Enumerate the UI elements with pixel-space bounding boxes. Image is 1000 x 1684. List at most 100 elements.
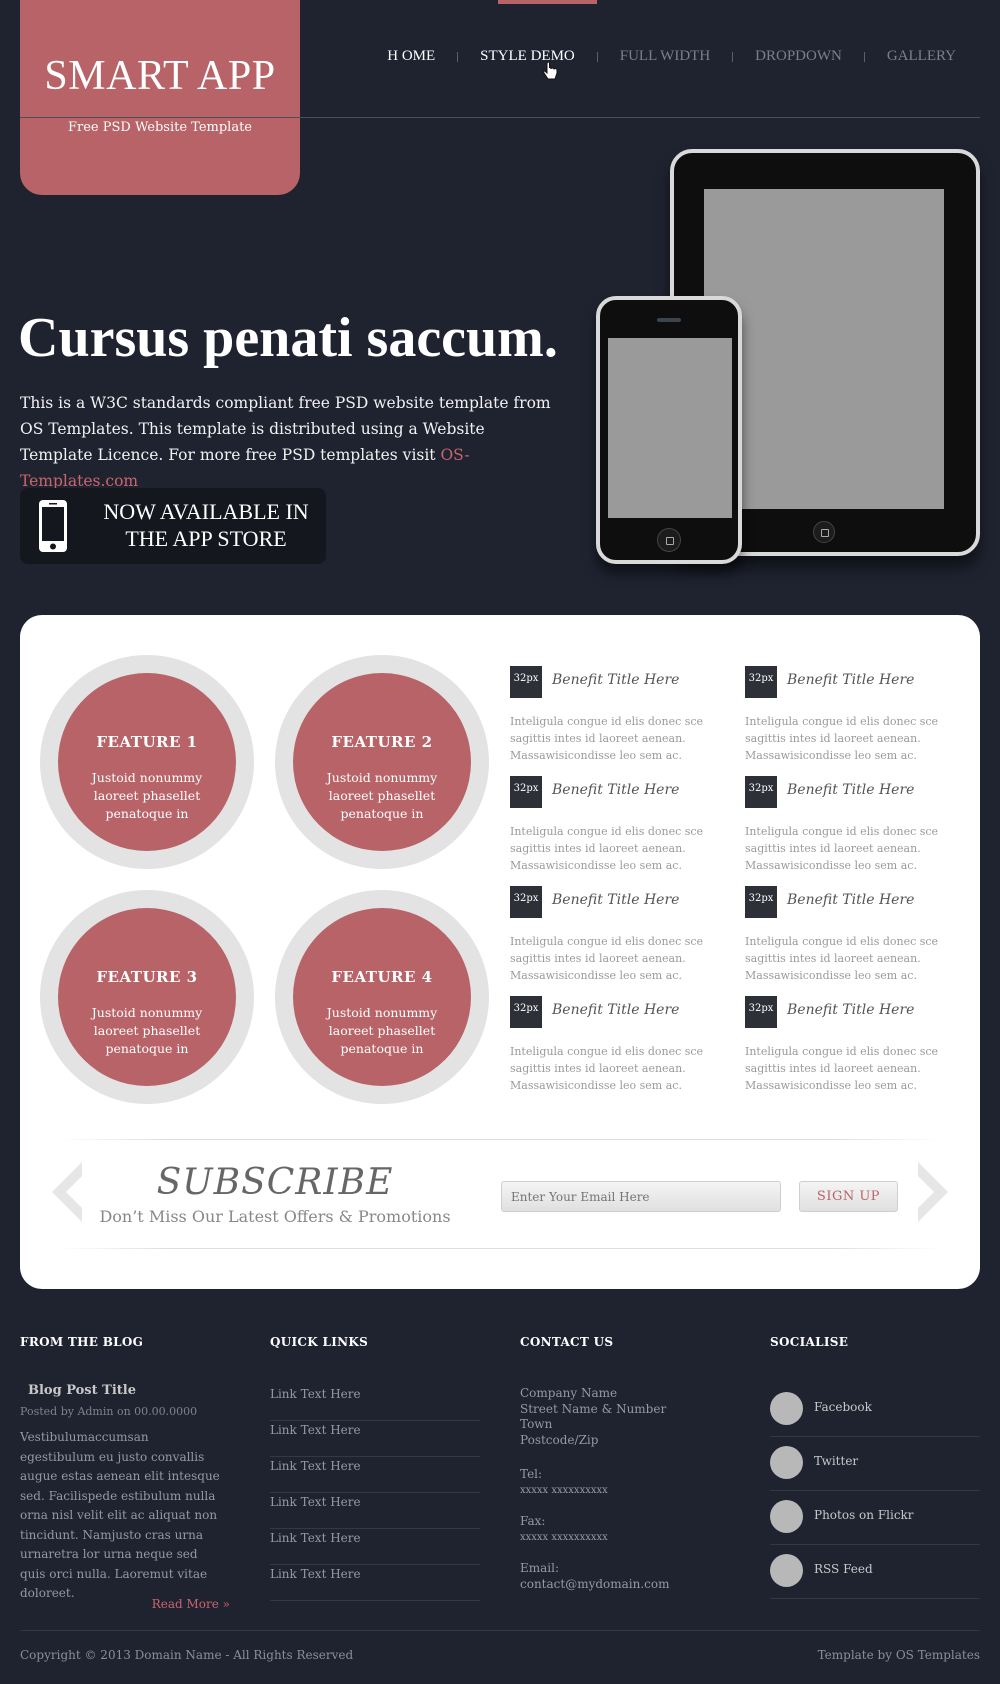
benefit-title[interactable]: Benefit Title Here [787,782,914,798]
contact-street: Street Name & Number [520,1401,667,1416]
header-divider [20,117,980,118]
feature-circle-3[interactable]: FEATURE 3 Justoid nonummy laoreet phasel… [40,890,254,1104]
benefit-title[interactable]: Benefit Title Here [552,782,679,798]
tablet-home-button [813,521,835,543]
contact-fax-value: xxxxx xxxxxxxxxx [520,1531,608,1543]
benefit-icon: 32px [510,776,542,808]
social-rss[interactable]: RSS Feed [770,1545,980,1599]
feature-text: Justoid nonummy laoreet phasellet penato… [91,1005,203,1056]
contact-postcode: Postcode/Zip [520,1432,599,1447]
social-twitter[interactable]: Twitter [770,1437,980,1491]
contact-email-label: Email: [520,1561,560,1575]
hero-title: Cursus penati saccum. [18,307,558,369]
logo[interactable]: SMART APP Free PSD Website Template [20,0,300,195]
benefit-title[interactable]: Benefit Title Here [787,672,914,688]
blog-post-excerpt: Vestibulumaccumsan egestibulum eu justo … [20,1430,220,1600]
contact-tel: Tel: xxxxx xxxxxxxxxx [520,1467,608,1498]
logo-title: SMART APP [44,53,276,99]
subscribe-divider-top [60,1139,940,1140]
contact-company: Company Name [520,1386,618,1400]
benefit-title[interactable]: Benefit Title Here [552,892,679,908]
benefit-icon: 32px [510,886,542,918]
phone-speaker [657,318,681,322]
benefit-title[interactable]: Benefit Title Here [552,1002,679,1018]
subscribe-title: SUBSCRIBE [156,1162,394,1203]
feature-circle-1[interactable]: FEATURE 1 Justoid nonummy laoreet phasel… [40,655,254,869]
footer-heading: CONTACT US [520,1335,614,1349]
phone-image [596,296,742,564]
read-more-link[interactable]: Read More » [152,1597,230,1611]
smartphone-icon [39,500,67,552]
benefit-title[interactable]: Benefit Title Here [787,892,914,908]
feature-circle-2[interactable]: FEATURE 2 Justoid nonummy laoreet phasel… [275,655,489,869]
benefit-text: Inteligula congue id elis donec sce sagi… [510,825,704,872]
quick-link[interactable]: Link Text Here [270,1493,480,1529]
benefit-text: Inteligula congue id elis donec sce sagi… [745,935,939,982]
quick-link[interactable]: Link Text Here [270,1385,480,1421]
contact-address: Company Name Street Name & Number Town P… [520,1386,666,1448]
app-store-line2: THE APP STORE [125,526,287,551]
subscribe-divider-bottom [60,1248,940,1249]
content-panel: FEATURE 1 Justoid nonummy laoreet phasel… [20,615,980,1289]
hero-text: This is a W3C standards compliant free P… [20,390,560,494]
logo-tagline: Free PSD Website Template [68,120,252,135]
feature-text: Justoid nonummy laoreet phasellet penato… [91,770,203,821]
quick-link[interactable]: Link Text Here [270,1529,480,1565]
quick-link[interactable]: Link Text Here [270,1565,480,1601]
benefit-title[interactable]: Benefit Title Here [552,672,679,688]
flickr-icon [770,1500,803,1533]
footer-social: SOCIALISE Facebook Twitter Photos on Fli… [770,1335,980,1625]
copyright-text: Copyright © 2013 Domain Name - All Right… [20,1648,354,1662]
sign-up-button[interactable]: SIGN UP [799,1181,898,1212]
hand-cursor-icon [543,62,558,80]
phone-home-button [657,528,681,552]
nav-item-style-demo[interactable]: STYLE DEMO [458,48,597,65]
benefit-title[interactable]: Benefit Title Here [787,1002,914,1018]
benefit-icon: 32px [745,666,777,698]
social-facebook[interactable]: Facebook [770,1383,980,1437]
feature-title: FEATURE 1 [96,733,198,751]
feature-title: FEATURE 3 [96,968,198,986]
contact-fax-label: Fax: [520,1514,546,1528]
app-store-line1: NOW AVAILABLE IN [103,499,309,524]
app-store-button[interactable]: NOW AVAILABLE IN THE APP STORE [20,488,326,564]
feature-title: FEATURE 4 [331,968,433,986]
contact-fax: Fax: xxxxx xxxxxxxxxx [520,1514,608,1545]
benefit-icon: 32px [510,996,542,1028]
benefit-text: Inteligula congue id elis donec sce sagi… [745,1045,939,1092]
benefit-text: Inteligula congue id elis donec sce sagi… [745,715,939,762]
social-label: Twitter [814,1454,859,1468]
nav-active-indicator [498,0,597,4]
subscribe-email-input[interactable] [501,1181,781,1212]
footer-heading: FROM THE BLOG [20,1335,144,1349]
social-label: RSS Feed [814,1562,873,1576]
feature-circle-4[interactable]: FEATURE 4 Justoid nonummy laoreet phasel… [275,890,489,1104]
quick-link[interactable]: Link Text Here [270,1421,480,1457]
facebook-icon [770,1392,803,1425]
social-flickr[interactable]: Photos on Flickr [770,1491,980,1545]
main-nav: H OME STYLE DEMO FULL WIDTH DROPDOWN GAL… [365,48,978,65]
nav-item-dropdown[interactable]: DROPDOWN [733,48,864,65]
nav-item-full-width[interactable]: FULL WIDTH [598,48,732,65]
template-credit[interactable]: Template by OS Templates [818,1648,980,1662]
contact-tel-label: Tel: [520,1467,543,1481]
nav-item-gallery[interactable]: GALLERY [865,48,978,65]
benefit-text: Inteligula congue id elis donec sce sagi… [510,935,704,982]
benefit-icon: 32px [745,776,777,808]
social-label: Facebook [814,1400,872,1414]
rss-icon [770,1554,803,1587]
feature-title: FEATURE 2 [331,733,433,751]
footer-heading: SOCIALISE [770,1335,849,1349]
footer-blog: FROM THE BLOG Blog Post Title Posted by … [20,1335,230,1625]
quick-link[interactable]: Link Text Here [270,1457,480,1493]
contact-email-value[interactable]: contact@mydomain.com [520,1577,670,1593]
footer-heading: QUICK LINKS [270,1335,369,1349]
nav-item-home[interactable]: H OME [365,48,457,65]
chevron-right-icon[interactable] [916,1160,952,1224]
blog-post-title[interactable]: Blog Post Title [28,1383,136,1398]
hero-text-body: This is a W3C standards compliant free P… [20,394,551,464]
footer-contact: CONTACT US Company Name Street Name & Nu… [520,1335,730,1625]
subscribe-subtitle: Don’t Miss Our Latest Offers & Promotion… [99,1207,451,1226]
feature-text: Justoid nonummy laoreet phasellet penato… [326,770,438,821]
feature-text: Justoid nonummy laoreet phasellet penato… [326,1005,438,1056]
